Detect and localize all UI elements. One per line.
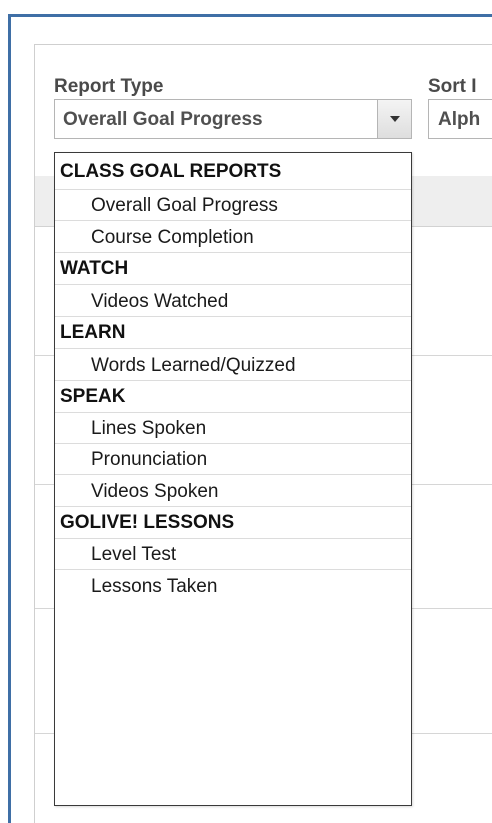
option-lines-spoken[interactable]: Lines Spoken [55,412,411,443]
group-watch: WATCH [55,252,411,284]
option-pronunciation[interactable]: Pronunciation [55,443,411,474]
chevron-down-icon[interactable] [377,100,411,138]
sort-selected-value: Alph [438,109,481,130]
group-learn: LEARN [55,316,411,348]
group-speak: SPEAK [55,380,411,412]
report-type-dropdown: CLASS GOAL REPORTS Overall Goal Progress… [54,152,412,806]
report-type-selected-value: Overall Goal Progress [63,109,263,130]
group-class-goal-reports: CLASS GOAL REPORTS [60,161,282,182]
option-words-learned-quizzed[interactable]: Words Learned/Quizzed [55,348,411,380]
group-golive-lessons: GOLIVE! LESSONS [55,506,411,538]
option-lessons-taken[interactable]: Lessons Taken [55,569,411,601]
option-course-completion[interactable]: Course Completion [55,220,411,252]
sort-select[interactable]: Alph [428,99,492,139]
option-overall-goal-progress[interactable]: Overall Goal Progress [55,189,411,220]
sort-label: Sort I [428,76,477,97]
report-type-select[interactable]: Overall Goal Progress [54,99,412,139]
report-type-label: Report Type [54,76,164,97]
option-videos-watched[interactable]: Videos Watched [55,284,411,316]
option-videos-spoken[interactable]: Videos Spoken [55,474,411,506]
option-level-test[interactable]: Level Test [55,538,411,569]
page: Report Type Sort I Overall Goal Progress… [0,0,492,823]
